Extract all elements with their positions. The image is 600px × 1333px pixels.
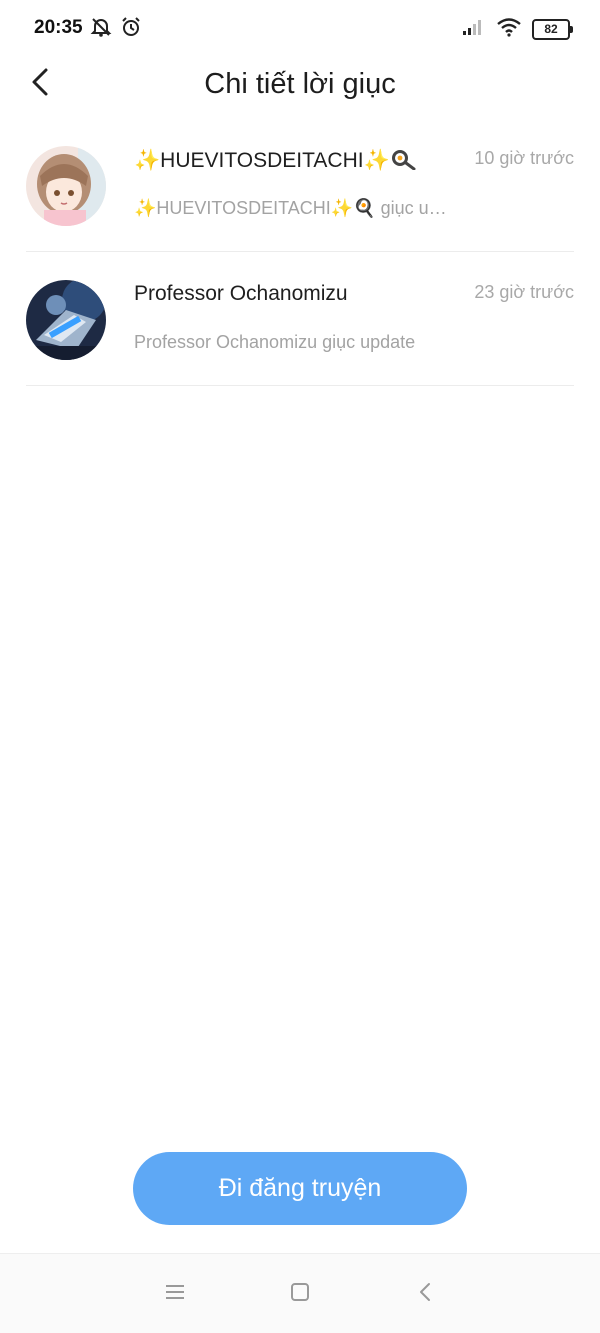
header: Chi tiết lời giục: [0, 58, 600, 114]
status-left-icons: [90, 16, 142, 43]
mute-bell-icon: [90, 16, 112, 43]
item-time: 10 giờ trước: [474, 148, 574, 168]
battery-icon: 82: [532, 19, 573, 40]
menu-button[interactable]: [161, 1280, 189, 1308]
screen: 20:35 82 Chi tiết lời giục ✨HUEVITOSDEIT…: [0, 0, 600, 1333]
item-name: HUEVITOSDEITACHI: [160, 149, 364, 172]
item-message: Professor Ochanomizu giục update: [134, 332, 416, 352]
signal-icon: [462, 18, 486, 41]
avatar[interactable]: [26, 146, 106, 226]
back-triangle-icon: [418, 1282, 432, 1307]
item-message: ✨HUEVITOSDEITACHI✨🍳 giục update: [134, 198, 452, 218]
sparkle-icon: ✨: [134, 149, 161, 172]
home-square-icon: [290, 1282, 310, 1307]
status-right-icons: 82: [462, 17, 573, 42]
list-item[interactable]: Professor Ochanomizu Professor Ochanomiz…: [26, 252, 574, 386]
system-back-button[interactable]: [411, 1280, 439, 1308]
status-bar: 20:35 82: [0, 0, 600, 58]
item-name: Professor Ochanomizu: [134, 282, 348, 305]
list-item[interactable]: ✨HUEVITOSDEITACHI✨ ✨HUEVITOSDEITACHI✨🍳 g…: [26, 118, 574, 252]
page-title: Chi tiết lời giục: [204, 68, 396, 100]
menu-icon: [165, 1283, 185, 1306]
avatar[interactable]: [26, 280, 106, 360]
frying-pan-icon: [390, 148, 416, 176]
item-title: ✨HUEVITOSDEITACHI✨: [134, 148, 416, 176]
alarm-icon: [120, 16, 142, 43]
sparkle-icon: ✨: [363, 149, 390, 172]
publish-story-button[interactable]: Đi đăng truyện: [133, 1152, 467, 1225]
wifi-icon: [496, 17, 522, 42]
home-button[interactable]: [286, 1280, 314, 1308]
system-nav-bar: [0, 1253, 600, 1333]
status-time: 20:35: [34, 17, 83, 38]
reminder-list: ✨HUEVITOSDEITACHI✨ ✨HUEVITOSDEITACHI✨🍳 g…: [26, 118, 574, 386]
item-time: 23 giờ trước: [474, 282, 574, 302]
